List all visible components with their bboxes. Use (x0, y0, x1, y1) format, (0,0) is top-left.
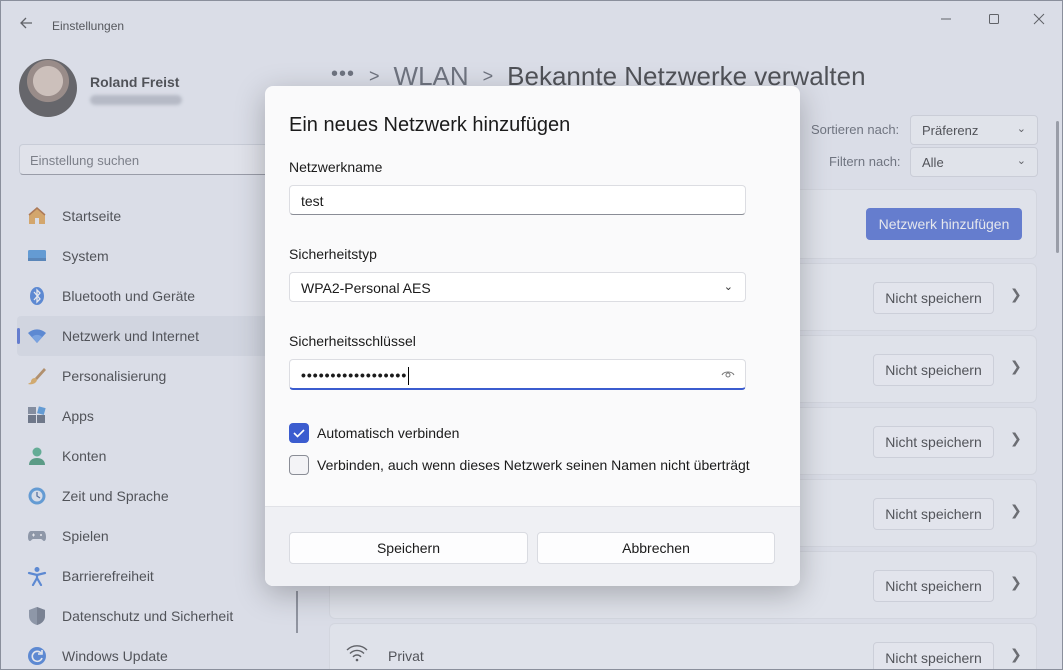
network-name-label: Netzwerkname (289, 159, 383, 175)
network-name-input[interactable]: test (289, 185, 746, 215)
network-name-value: test (301, 193, 324, 209)
checkmark-icon (293, 429, 305, 438)
security-key-label: Sicherheitsschlüssel (289, 333, 416, 349)
security-type-value: WPA2-Personal AES (301, 280, 431, 296)
auto-connect-checkbox[interactable] (289, 423, 309, 443)
settings-window: Einstellungen Roland Freist Einstellung … (0, 0, 1063, 670)
cancel-button[interactable]: Abbrechen (537, 532, 775, 564)
security-key-input[interactable]: •••••••••••••••••• (289, 359, 746, 390)
security-type-label: Sicherheitstyp (289, 246, 377, 262)
add-network-dialog: Ein neues Netzwerk hinzufügen Netzwerkna… (265, 86, 800, 586)
security-key-value: •••••••••••••••••• (301, 367, 410, 386)
security-type-select[interactable]: WPA2-Personal AES ⌄ (289, 272, 746, 302)
dialog-footer: Speichern Abbrechen (265, 506, 800, 586)
eye-icon[interactable] (721, 369, 735, 379)
hidden-network-checkbox[interactable] (289, 455, 309, 475)
dialog-title: Ein neues Netzwerk hinzufügen (289, 114, 571, 136)
auto-connect-label: Automatisch verbinden (317, 425, 460, 441)
hidden-network-label: Verbinden, auch wenn dieses Netzwerk sei… (317, 457, 750, 473)
chevron-down-icon: ⌄ (723, 281, 733, 293)
save-button[interactable]: Speichern (289, 532, 528, 564)
